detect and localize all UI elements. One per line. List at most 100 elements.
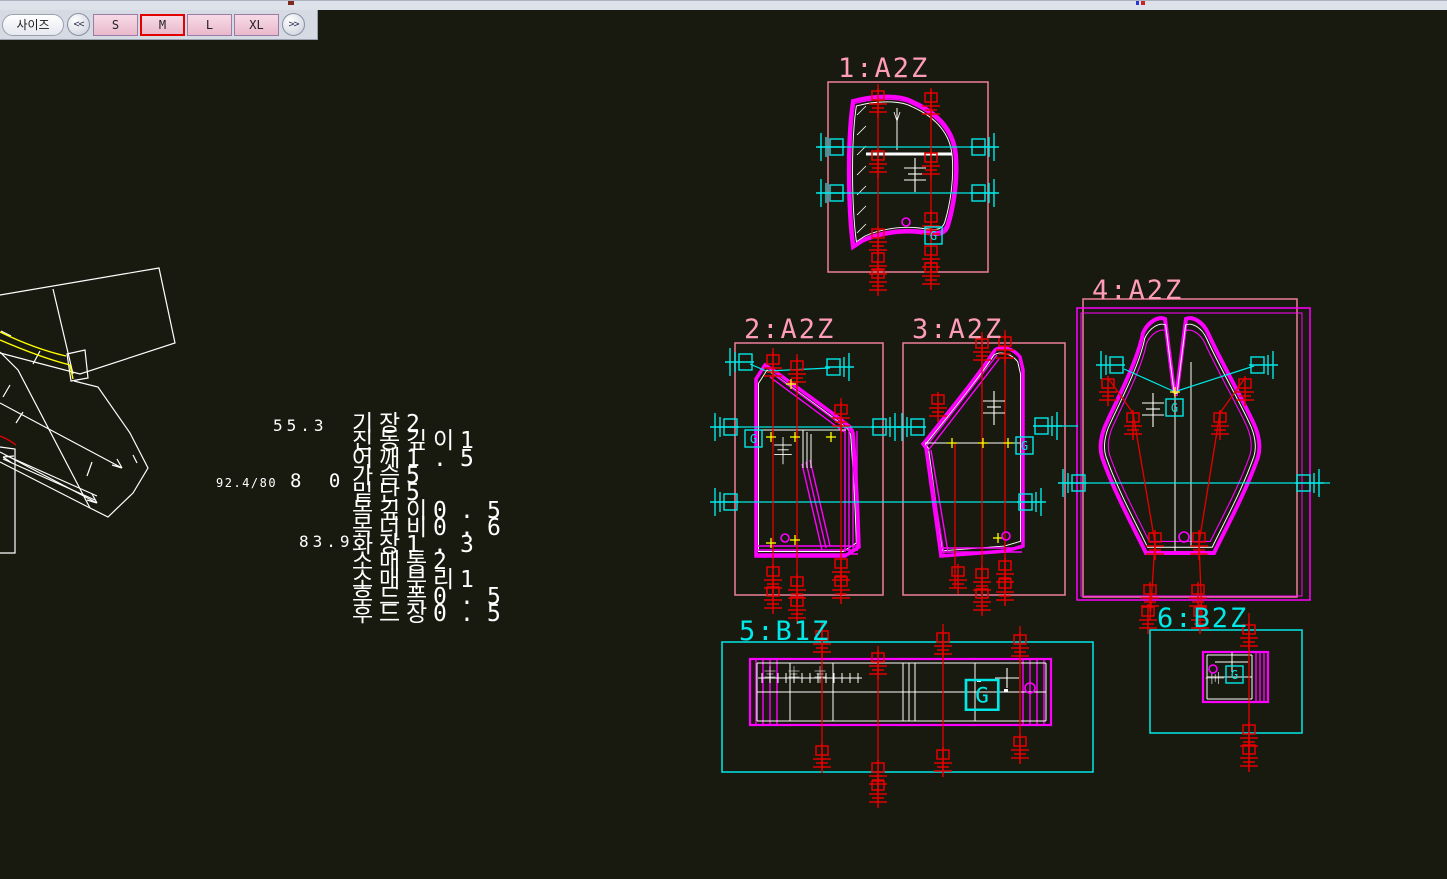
alignment-line (1124, 369, 1173, 391)
svg-text:G: G (750, 432, 757, 446)
align-clamp-icon (1096, 351, 1125, 379)
piece-label-5: 5:B1Z (739, 616, 830, 647)
measure-char: 0 (433, 602, 460, 626)
align-clamp-icon (871, 413, 900, 441)
notch-cross-icon (790, 535, 800, 545)
pattern-canvas[interactable]: G G G G G G 1:A2Z 2:A2Z 3:A2Z 4:A2Z 5:B1… (0, 0, 1447, 879)
notch-ticks (1, 331, 137, 476)
grade-mark-icon (869, 266, 887, 296)
grade-mark-icon (934, 630, 952, 660)
measure-char: 드 (379, 602, 406, 626)
measure-row: 후드장0.5 (352, 602, 514, 626)
buttonhole-circle (1002, 532, 1010, 540)
titlebar-fragment-icon (1141, 1, 1145, 5)
pattern-outline (0, 268, 175, 374)
measure-value: 92.4/80 (216, 476, 277, 490)
size-button-l[interactable]: L (187, 14, 232, 36)
grade-mark-icon (764, 584, 782, 614)
grain-g-marker: G (1166, 399, 1183, 416)
piece-label-2: 2:A2Z (744, 314, 835, 345)
grade-mark-icon (869, 148, 887, 178)
titlebar-fragment-icon (288, 1, 294, 5)
piece-label-3: 3:A2Z (912, 314, 1003, 345)
measure-mark-icon (1205, 672, 1224, 684)
notch-cross-icon (826, 432, 836, 442)
piece-label-1: 1:A2Z (838, 53, 929, 84)
buttonhole-circle (781, 534, 789, 542)
size-next-button[interactable]: >> (282, 13, 305, 36)
notch-cross-icon (978, 438, 988, 448)
align-clamp-icon (1033, 412, 1062, 440)
svg-text:G: G (1021, 439, 1028, 453)
size-button-s[interactable]: S (93, 14, 138, 36)
titlebar-fragment-icon (1136, 1, 1139, 5)
align-clamp-icon (816, 133, 845, 161)
grade-mark-icon (1124, 410, 1142, 440)
style-curve (0, 340, 73, 379)
drill-dot (1004, 689, 1008, 692)
grade-mark-icon (813, 743, 831, 773)
grain-g-marker: G (1016, 437, 1033, 454)
ungraded-pattern-pieces[interactable] (0, 268, 175, 553)
measure-char: . (433, 447, 460, 471)
size-button-m[interactable]: M (140, 14, 185, 36)
measure-char: 3 (460, 533, 487, 557)
grain-g-marker: G (966, 680, 998, 710)
size-button-xl[interactable]: XL (234, 14, 279, 36)
grade-mark-icon (1146, 530, 1164, 560)
grade-nest-line (806, 462, 826, 548)
measure-mark-icon (904, 158, 926, 192)
size-prev-button[interactable]: << (67, 13, 90, 36)
align-clamp-icon (825, 353, 854, 381)
sleeve-outline (0, 381, 148, 517)
grade-mark-icon (1099, 376, 1117, 406)
measure-char: 장 (406, 602, 433, 626)
window-top-strip (0, 0, 1447, 10)
grain-g-marker: G (745, 430, 762, 447)
measure-value: 8 0 (290, 470, 348, 492)
size-buttons: SMLXL (93, 14, 279, 36)
grade-mark-icon (832, 574, 850, 604)
grading-line (1199, 413, 1220, 543)
measure-char: 6 (487, 516, 514, 540)
svg-text:G: G (930, 229, 937, 243)
align-clamp-icon (816, 179, 845, 207)
align-clamp-icon (970, 133, 999, 161)
notch-cross-icon (766, 432, 776, 442)
grade-mark-icon (973, 586, 991, 616)
svg-text:G: G (1171, 401, 1178, 415)
piece-3-back-bodice[interactable] (923, 348, 1023, 556)
measure-char: . (460, 602, 487, 626)
piece-label-6: 6:B2Z (1157, 603, 1248, 634)
grade-nest-line (927, 448, 944, 554)
align-clamp-icon (725, 348, 754, 376)
grain-g-marker: G (1226, 666, 1243, 683)
grade-mark-icon (1011, 632, 1029, 662)
grade-mark-icon (922, 260, 940, 290)
seam-curve (0, 436, 16, 445)
grain-arrow (0, 403, 122, 468)
measure-mark-icon (774, 437, 792, 464)
grade-mark-icon (869, 778, 887, 808)
size-toolbar: 사이즈 << SMLXL >> (0, 10, 318, 40)
buttonhole-circle (1209, 665, 1217, 673)
piece-4-box-outer (1077, 308, 1310, 600)
measure-value: 83.9 (299, 532, 354, 551)
size-toolbar-label: 사이즈 (2, 14, 64, 36)
align-clamp-icon (970, 179, 999, 207)
measure-char: 후 (352, 602, 379, 626)
measure-rows: 기장2진동깊이1어깨1.5가슴5밑단5목깊이0.5목너비0.6화장1.3소매통2… (352, 412, 652, 672)
grade-mark-icon (1011, 734, 1029, 764)
notch-cross-icon (790, 432, 800, 442)
grade-mark-icon (1211, 410, 1229, 440)
align-clamp-icon (897, 413, 926, 441)
grade-mark-icon (869, 650, 887, 680)
grade-mark-icon (1240, 742, 1258, 772)
svg-text:G: G (1231, 668, 1238, 682)
grade-nest-line (810, 460, 830, 546)
piece-4-raglan-sleeve[interactable] (1101, 318, 1260, 553)
grade-nest-line (770, 377, 844, 432)
buttonhole-circle (902, 218, 910, 226)
measure-value: 55.3 (273, 416, 328, 435)
measure-mark-icon (765, 666, 776, 683)
